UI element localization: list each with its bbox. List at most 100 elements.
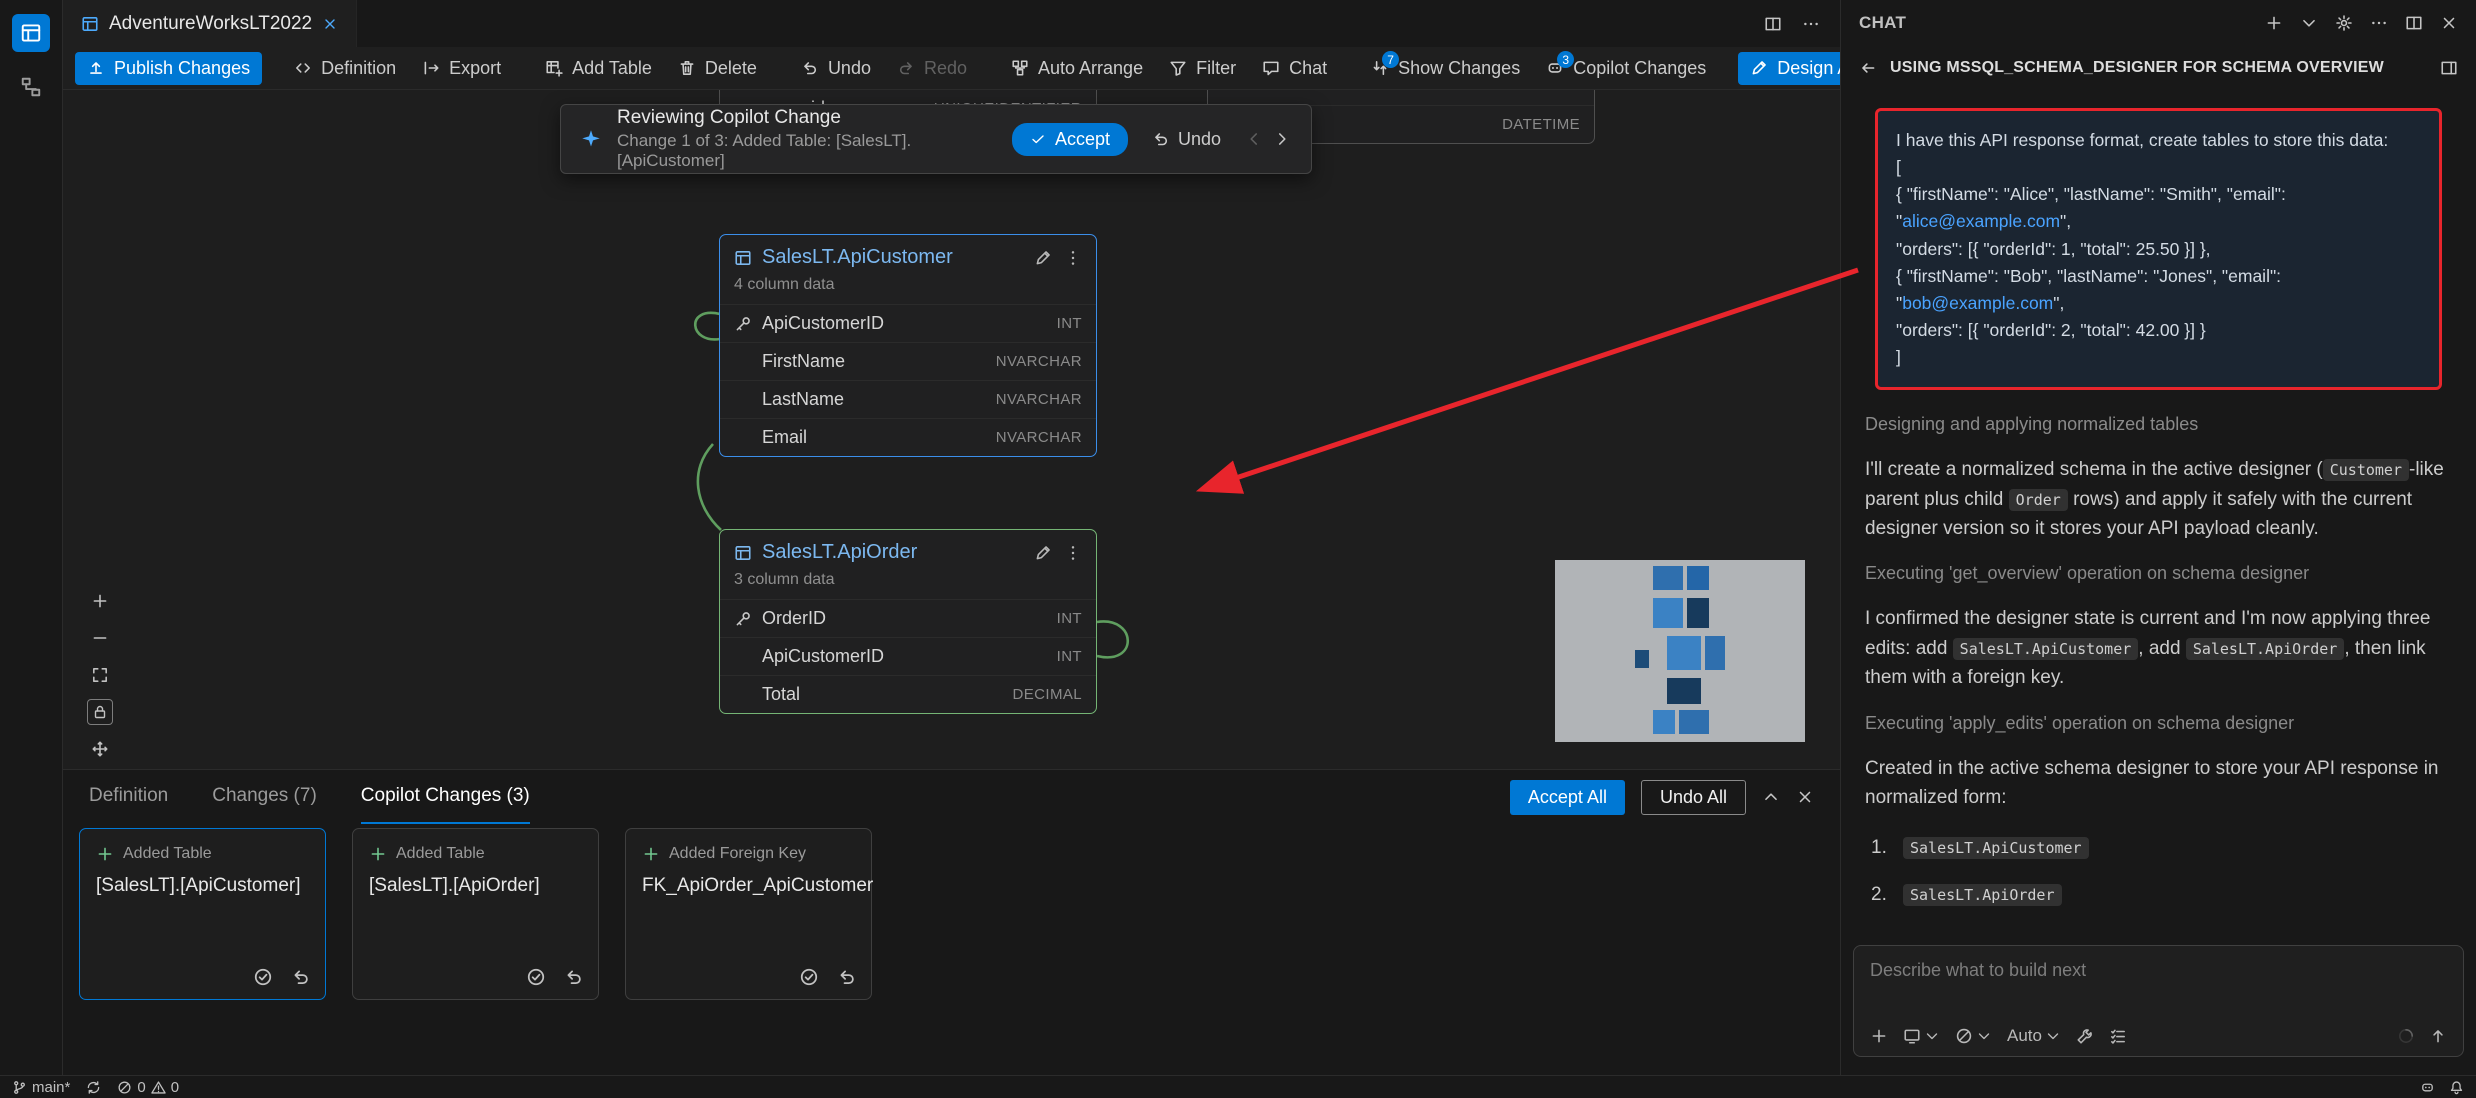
- panel-tab-copilot-changes-3[interactable]: Copilot Changes (3): [361, 770, 530, 824]
- open-chat-editor-icon[interactable]: [2405, 14, 2423, 32]
- chat-more-icon[interactable]: [2370, 14, 2388, 32]
- redo-icon: [897, 59, 915, 77]
- diff-added-icon: [369, 845, 387, 863]
- undo-label: Undo: [1178, 129, 1221, 150]
- table-node-apiorder[interactable]: SalesLT.ApiOrder 3 column data OrderIDIN…: [719, 529, 1097, 714]
- toolbar-button-definition[interactable]: Definition: [282, 52, 408, 85]
- tasklist-icon[interactable]: [2109, 1027, 2127, 1045]
- change-card-saleslt-apiorder[interactable]: Added Table[SalesLT].[ApiOrder]: [352, 828, 599, 1000]
- accept-change-icon[interactable]: [799, 967, 819, 987]
- toolbar-button-delete[interactable]: Delete: [666, 52, 769, 85]
- toolbar-button-copilot-changes[interactable]: 3Copilot Changes: [1534, 52, 1718, 85]
- change-name: [SalesLT].[ApiOrder]: [369, 875, 582, 897]
- toolbar-button-label: Redo: [924, 58, 967, 79]
- email-link[interactable]: alice@example.com: [1902, 211, 2060, 231]
- email-link[interactable]: bob@example.com: [1902, 293, 2053, 313]
- key-icon: [734, 315, 752, 333]
- column-row[interactable]: TotalDECIMAL: [720, 675, 1096, 713]
- new-chat-icon[interactable]: [2265, 14, 2283, 32]
- next-change-icon[interactable]: [1273, 130, 1291, 148]
- accept-change-icon[interactable]: [253, 967, 273, 987]
- notifications-bell-icon[interactable]: [2449, 1080, 2464, 1095]
- back-icon[interactable]: [1859, 59, 1877, 77]
- toolbar-button-undo[interactable]: Undo: [789, 52, 883, 85]
- problems-indicator[interactable]: 0 0: [117, 1079, 179, 1096]
- toolbar-button-label: Definition: [321, 58, 396, 79]
- branch-name: main*: [32, 1079, 70, 1096]
- column-row[interactable]: ApiCustomerIDINT: [720, 304, 1096, 342]
- accept-all-button[interactable]: Accept All: [1510, 780, 1625, 815]
- chat-history-chevron-icon[interactable]: [2300, 14, 2318, 32]
- close-chat-icon[interactable]: [2440, 14, 2458, 32]
- table-icon: [734, 249, 752, 267]
- model-picker[interactable]: Auto: [2007, 1026, 2061, 1046]
- chat-input-box[interactable]: Describe what to build next Auto: [1853, 945, 2464, 1057]
- sync-indicator[interactable]: [86, 1080, 101, 1095]
- close-panel-icon[interactable]: [1796, 788, 1814, 806]
- send-icon[interactable]: [2429, 1027, 2447, 1045]
- toolbar-button-auto-arrange[interactable]: Auto Arrange: [999, 52, 1155, 85]
- message-line: ]: [1896, 344, 2421, 371]
- device-picker[interactable]: [1903, 1027, 1940, 1045]
- column-row[interactable]: LastNameNVARCHAR: [720, 380, 1096, 418]
- lock-canvas-button[interactable]: [87, 699, 113, 725]
- column-row[interactable]: FirstNameNVARCHAR: [720, 342, 1096, 380]
- zoom-in-button[interactable]: [87, 588, 113, 614]
- change-card-fk-apiorder-apicustomer[interactable]: Added Foreign KeyFK_ApiOrder_ApiCustomer: [625, 828, 872, 1000]
- tab-label: AdventureWorksLT2022: [109, 13, 312, 35]
- column-row[interactable]: ApiCustomerIDINT: [720, 637, 1096, 675]
- table-icon: [734, 544, 752, 562]
- pan-mode-button[interactable]: [87, 736, 113, 762]
- copilot-status-icon[interactable]: [2420, 1080, 2435, 1095]
- column-row[interactable]: EmailNVARCHAR: [720, 418, 1096, 456]
- undo-change-button[interactable]: Undo: [1144, 123, 1229, 156]
- discard-change-icon[interactable]: [837, 967, 857, 987]
- discard-change-icon[interactable]: [564, 967, 584, 987]
- change-card-saleslt-apicustomer[interactable]: Added Table[SalesLT].[ApiCustomer]: [79, 828, 326, 1000]
- collapse-panel-icon[interactable]: [1762, 788, 1780, 806]
- toolbar-button-show-changes[interactable]: 7Show Changes: [1359, 52, 1532, 85]
- minimap[interactable]: [1555, 560, 1805, 742]
- toolbar-button-label: Delete: [705, 58, 757, 79]
- zoom-fit-button[interactable]: [87, 662, 113, 688]
- tab-adventureworks[interactable]: AdventureWorksLT2022: [63, 0, 357, 47]
- activity-schema-designer[interactable]: [12, 14, 50, 52]
- accept-change-icon[interactable]: [526, 967, 546, 987]
- attach-context-icon[interactable]: [1870, 1027, 1888, 1045]
- trash-icon: [678, 59, 696, 77]
- tools-icon[interactable]: [2076, 1027, 2094, 1045]
- mode-picker[interactable]: [1955, 1027, 1992, 1045]
- check-icon: [1030, 131, 1046, 147]
- table-menu-icon[interactable]: [1064, 544, 1082, 562]
- previous-change-icon[interactable]: [1245, 130, 1263, 148]
- toolbar-button-label: Add Table: [572, 58, 652, 79]
- column-row[interactable]: OrderIDINT: [720, 599, 1096, 637]
- discard-change-icon[interactable]: [291, 967, 311, 987]
- split-editor-icon[interactable]: [1764, 15, 1782, 33]
- zoom-out-button[interactable]: [87, 625, 113, 651]
- activity-schema-visualizer[interactable]: [12, 68, 50, 106]
- edit-table-icon[interactable]: [1034, 544, 1052, 562]
- close-tab-icon[interactable]: [322, 16, 338, 32]
- toolbar-button-redo[interactable]: Redo: [885, 52, 979, 85]
- undo-all-button[interactable]: Undo All: [1641, 780, 1746, 815]
- branch-indicator[interactable]: main*: [12, 1079, 70, 1096]
- toolbar-button-filter[interactable]: Filter: [1157, 52, 1248, 85]
- toolbar-button-publish-changes[interactable]: Publish Changes: [75, 52, 262, 85]
- panel-tab-changes-7[interactable]: Changes (7): [212, 770, 317, 824]
- open-layout-icon[interactable]: [2440, 59, 2458, 77]
- chat-settings-icon[interactable]: [2335, 14, 2353, 32]
- toolbar-button-add-table[interactable]: Add Table: [533, 52, 664, 85]
- column-name: ApiCustomerID: [762, 313, 884, 334]
- edit-table-icon[interactable]: [1034, 249, 1052, 267]
- user-message: I have this API response format, create …: [1875, 108, 2442, 390]
- panel-tab-definition[interactable]: Definition: [89, 770, 168, 824]
- accept-change-button[interactable]: Accept: [1012, 123, 1128, 156]
- more-actions-icon[interactable]: [1802, 15, 1820, 33]
- toolbar-button-export[interactable]: Export: [410, 52, 513, 85]
- toolbar-button-chat[interactable]: Chat: [1250, 52, 1339, 85]
- table-menu-icon[interactable]: [1064, 249, 1082, 267]
- table-node-apicustomer[interactable]: SalesLT.ApiCustomer 4 column data ApiCus…: [719, 234, 1097, 457]
- schema-canvas[interactable]: rowguid UNIQUEIDENTIFIER Date DATETIME R…: [63, 90, 1840, 769]
- vscode-window: AdventureWorksLT2022 Publish Changes Defi…: [0, 0, 2476, 1098]
